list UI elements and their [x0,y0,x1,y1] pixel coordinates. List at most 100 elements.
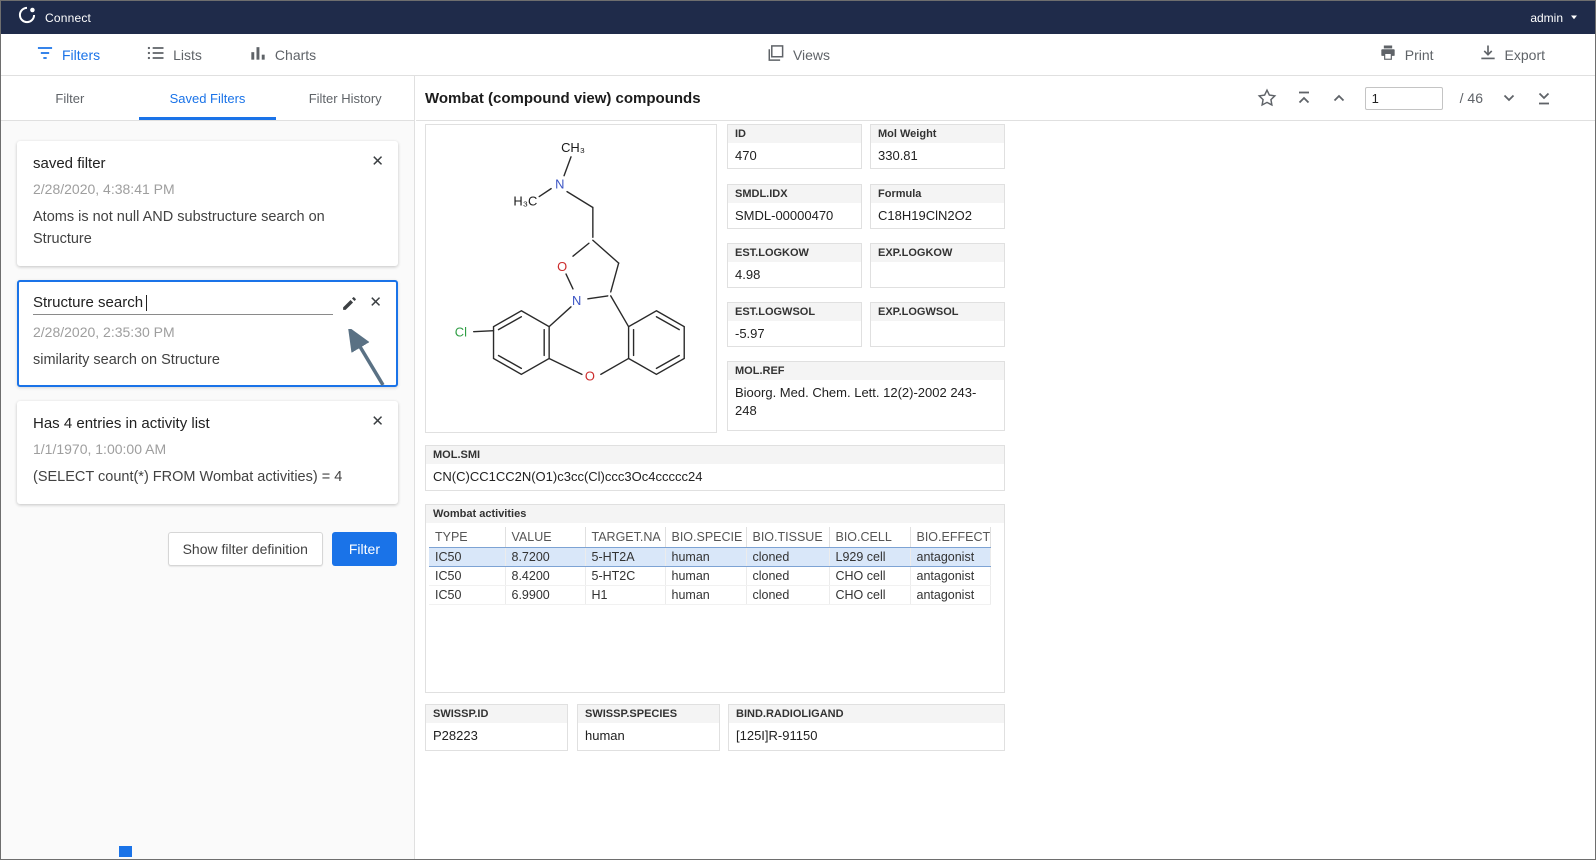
cell: human [665,567,746,586]
favorite-star-icon[interactable] [1256,87,1278,109]
structure-field: CH₃ N H₃C O N Cl O [425,124,717,433]
field-label: Mol Weight [871,125,1004,143]
cell: 5-HT2A [585,548,665,567]
filter-name-input[interactable]: Structure search [33,294,333,315]
field-mol-weight: Mol Weight 330.81 [870,124,1005,169]
saved-filter-card-selected[interactable]: Structure search ✕ 2/28/2020, 2:35:30 PM… [17,280,398,387]
toolbar-right-group: Print Export [1378,43,1595,66]
column-header[interactable]: TYPE [429,527,505,548]
connect-app-window: Connect admin Filters Lists [0,0,1596,860]
field-bind-radioligand: BIND.RADIOLIGAND [125I]R-91150 [728,704,1005,751]
activities-row[interactable]: IC50 8.7200 5-HT2A human cloned L929 cel… [429,548,990,567]
atom-label-h3c: H₃C [513,194,537,209]
field-label: SMDL.IDX [728,185,861,203]
cell: CHO cell [829,567,910,586]
download-icon [1478,43,1498,66]
print-button[interactable]: Print [1378,43,1434,66]
field-value: [125I]R-91150 [729,723,1004,749]
saved-filter-date: 1/1/1970, 1:00:00 AM [33,441,382,457]
cell: cloned [746,586,829,605]
charts-label: Charts [275,47,316,63]
activities-row[interactable]: IC50 8.4200 5-HT2C human cloned CHO cell… [429,567,990,586]
edit-pencil-icon[interactable] [339,295,360,315]
molecule-structure[interactable]: CH₃ N H₃C O N Cl O [426,125,716,432]
tab-filter[interactable]: Filter [1,76,139,120]
close-icon[interactable]: ✕ [371,154,384,169]
wombat-activities-panel: Wombat activities TYPE VALUE TARGET.NA B… [425,504,1005,693]
saved-filter-card[interactable]: Has 4 entries in activity list ✕ 1/1/197… [17,401,398,504]
filter-apply-button[interactable]: Filter [332,532,397,566]
field-value: 470 [728,143,861,169]
cell: 8.7200 [505,548,585,567]
views-label: Views [793,47,830,63]
field-label: SWISSP.ID [426,705,567,723]
close-icon[interactable]: ✕ [371,414,384,429]
top-navbar: Connect admin [1,1,1595,34]
lists-button[interactable]: Lists [146,43,202,66]
print-label: Print [1405,47,1434,63]
column-header[interactable]: TARGET.NA [585,527,665,548]
atom-label-n-amine: N [555,177,564,192]
tab-filter-history[interactable]: Filter History [276,76,414,120]
field-label: SWISSP.SPECIES [578,705,719,723]
chevron-down-icon [1569,11,1579,25]
record-count: / 46 [1460,90,1483,106]
cell: L929 cell [829,548,910,567]
record-pager: / 46 [1256,87,1553,110]
activities-header-row: TYPE VALUE TARGET.NA BIO.SPECIE BIO.TISS… [429,527,990,548]
scroll-indicator[interactable] [119,846,132,857]
next-record-icon[interactable] [1500,89,1518,107]
tab-saved-filters[interactable]: Saved Filters [139,76,277,120]
toolbar-center-group: Views [766,43,830,66]
list-icon [146,43,166,66]
field-value: 4.98 [728,262,861,288]
toolbar-left-group: Filters Lists Charts [1,43,316,66]
bar-chart-icon [248,43,268,66]
filter-icon [35,43,55,66]
field-mol-smi: MOL.SMI CN(C)CC1CC2N(O1)c3cc(Cl)ccc3Oc4c… [425,445,1005,491]
filters-label: Filters [62,47,100,63]
saved-filter-date: 2/28/2020, 2:35:30 PM [33,324,382,340]
export-button[interactable]: Export [1478,43,1545,66]
field-label: EST.LOGKOW [728,244,861,262]
activities-table: TYPE VALUE TARGET.NA BIO.SPECIE BIO.TISS… [429,527,991,605]
field-value [871,262,1004,284]
activities-row[interactable]: IC50 6.9900 H1 human cloned CHO cell ant… [429,586,990,605]
cell: H1 [585,586,665,605]
field-swissp-species: SWISSP.SPECIES human [577,704,720,751]
show-filter-definition-button[interactable]: Show filter definition [168,532,323,566]
views-button[interactable]: Views [766,43,830,66]
cell: 5-HT2C [585,567,665,586]
field-value: Bioorg. Med. Chem. Lett. 12(2)-2002 243-… [728,380,1004,424]
atom-label-ch3: CH₃ [561,140,585,155]
column-header[interactable]: BIO.TISSUE [746,527,829,548]
charts-button[interactable]: Charts [248,43,316,66]
page-number-input[interactable] [1365,87,1443,110]
close-icon[interactable]: ✕ [369,295,382,310]
column-header[interactable]: BIO.EFFECT [910,527,990,548]
field-est-logwsol: EST.LOGWSOL -5.97 [727,302,862,347]
column-header[interactable]: VALUE [505,527,585,548]
previous-record-icon[interactable] [1330,89,1348,107]
sidebar-tabs: Filter Saved Filters Filter History [1,76,414,121]
filter-name-text: Structure search [33,294,143,311]
saved-filter-title: Has 4 entries in activity list [33,415,382,432]
cell: antagonist [910,567,990,586]
saved-filter-description: Atoms is not null AND substructure searc… [33,206,382,250]
field-value: 330.81 [871,143,1004,169]
column-header[interactable]: BIO.CELL [829,527,910,548]
field-label: EXP.LOGWSOL [871,303,1004,321]
filters-button[interactable]: Filters [35,43,100,66]
user-menu[interactable]: admin [1530,11,1579,25]
page-title: Wombat (compound view) compounds [425,90,701,107]
last-record-icon[interactable] [1535,89,1553,107]
saved-filter-card[interactable]: saved filter ✕ 2/28/2020, 4:38:41 PM Ato… [17,141,398,266]
cell: human [665,586,746,605]
saved-filter-description: similarity search on Structure [33,349,382,371]
field-label: Formula [871,185,1004,203]
field-label: ID [728,125,861,143]
compound-view-panel: Wombat (compound view) compounds / 46 [416,76,1595,859]
column-header[interactable]: BIO.SPECIE [665,527,746,548]
first-record-icon[interactable] [1295,89,1313,107]
cell: IC50 [429,586,505,605]
